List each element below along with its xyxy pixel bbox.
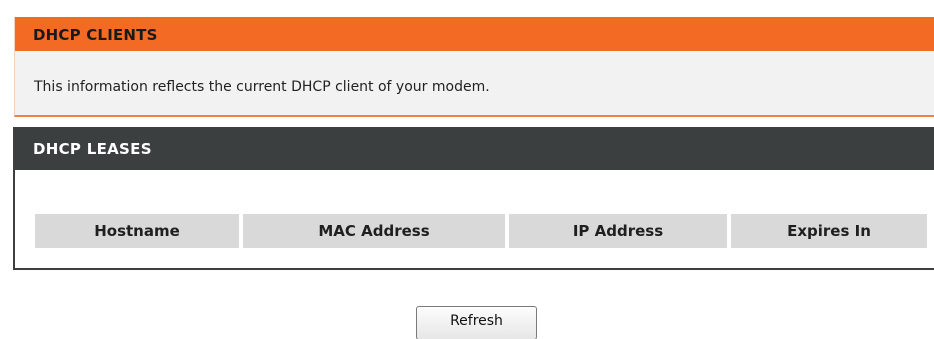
- dhcp-clients-description: This information reflects the current DH…: [34, 79, 490, 95]
- dhcp-clients-panel: DHCP CLIENTS This information reflects t…: [14, 17, 934, 117]
- column-header-ip-address: IP Address: [509, 214, 727, 248]
- dhcp-clients-title: DHCP CLIENTS: [33, 26, 158, 44]
- column-header-mac-address: MAC Address: [243, 214, 505, 248]
- column-header-hostname: Hostname: [35, 214, 239, 248]
- dhcp-page: DHCP CLIENTS This information reflects t…: [0, 0, 934, 339]
- dhcp-leases-header: DHCP LEASES: [15, 127, 934, 170]
- column-header-expires-in: Expires In: [731, 214, 927, 248]
- dhcp-clients-header: DHCP CLIENTS: [15, 17, 934, 51]
- leases-table-header-row: Hostname MAC Address IP Address Expires …: [35, 214, 927, 248]
- dhcp-leases-title: DHCP LEASES: [33, 140, 152, 158]
- dhcp-leases-panel: DHCP LEASES Hostname MAC Address IP Addr…: [13, 127, 934, 270]
- refresh-button[interactable]: Refresh: [416, 306, 537, 339]
- dhcp-leases-table: Hostname MAC Address IP Address Expires …: [31, 214, 931, 248]
